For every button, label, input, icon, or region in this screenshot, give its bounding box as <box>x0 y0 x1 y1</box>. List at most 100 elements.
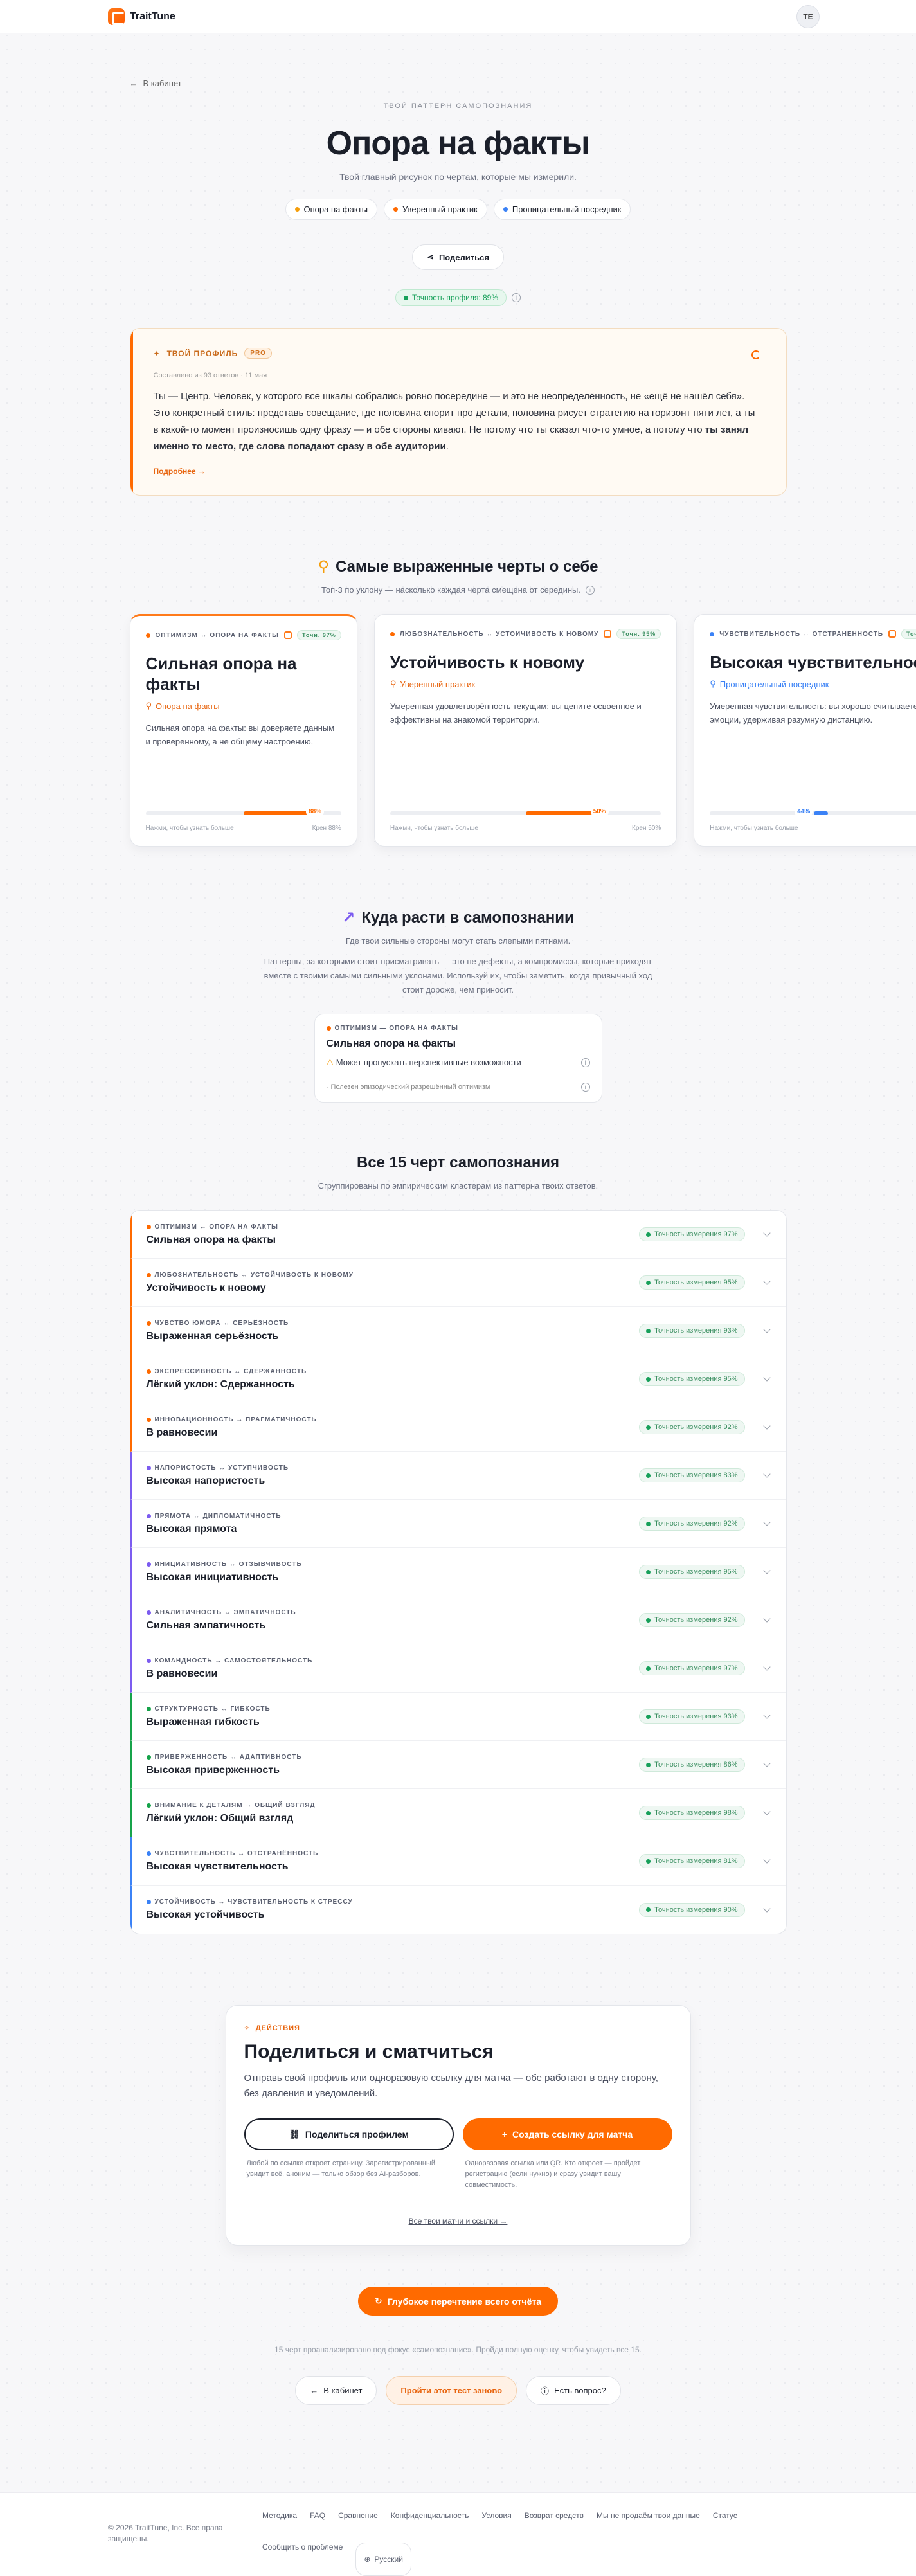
create-match-link-button[interactable]: +Создать ссылку для матча <box>463 2118 672 2150</box>
logo[interactable]: TraitTune <box>108 8 175 25</box>
arrow-left-icon: ← <box>310 2386 318 2395</box>
dot-icon <box>646 1859 651 1864</box>
footer-link[interactable]: Сообщить о проблеме <box>262 2543 343 2576</box>
deep-reread-button[interactable]: ↻Глубокое перечтение всего отчёта <box>358 2287 558 2316</box>
trait-row[interactable]: ЛЮБОЗНАТЕЛЬНОСТЬ ↔ УСТОЙЧИВОСТЬ К НОВОМУ… <box>130 1259 786 1307</box>
trait-row[interactable]: ИННОВАЦИОННОСТЬ ↔ ПРАГМАТИЧНОСТЬВ равнов… <box>130 1403 786 1452</box>
chevron-down-icon[interactable] <box>763 1470 770 1477</box>
footer-link[interactable]: FAQ <box>310 2511 325 2539</box>
trait-name: Высокая напористость <box>147 1475 640 1487</box>
more-link[interactable]: Подробнее → <box>154 467 763 476</box>
footer-links: Методика FAQ Сравнение Конфиденциальность Ус… <box>262 2511 764 2576</box>
chevron-down-icon[interactable] <box>763 1277 770 1284</box>
trait-row[interactable]: НАПОРИСТОСТЬ ↔ УСТУПЧИВОСТЬВысокая напор… <box>130 1452 786 1500</box>
pattern-chip[interactable]: Проницательный посредник <box>494 199 631 220</box>
trait-card[interactable]: ОПТИМИЗМ ↔ ОПОРА НА ФАКТЫТочн. 97%Сильна… <box>130 614 357 847</box>
dot-icon <box>710 632 714 636</box>
accuracy-badge: Точность измерения 92% <box>639 1420 744 1434</box>
refresh-icon[interactable] <box>751 350 760 359</box>
share-icon[interactable] <box>284 631 292 639</box>
language-select[interactable]: ⊕Русский <box>355 2543 411 2576</box>
dot-icon <box>327 1026 331 1031</box>
dot-icon <box>646 1329 651 1333</box>
chevron-down-icon[interactable] <box>763 1422 770 1429</box>
pattern-chip[interactable]: Уверенный практик <box>384 199 487 220</box>
help-icon: ⓘ <box>541 2384 549 2397</box>
chevron-down-icon[interactable] <box>763 1615 770 1622</box>
info-icon[interactable]: i <box>586 586 595 595</box>
chevron-down-icon[interactable] <box>763 1905 770 1912</box>
trait-row[interactable]: СТРУКТУРНОСТЬ ↔ ГИБКОСТЬВыраженная гибко… <box>130 1693 786 1741</box>
dot-icon <box>393 207 398 212</box>
actions-title: Поделиться и сматчиться <box>244 2041 672 2063</box>
footer-link[interactable]: Конфиденциальность <box>391 2511 469 2539</box>
footer-link[interactable]: Возврат средств <box>525 2511 584 2539</box>
trait-row[interactable]: УСТОЙЧИВОСТЬ ↔ ЧУВСТВИТЕЛЬНОСТЬ К СТРЕСС… <box>130 1886 786 1934</box>
chevron-down-icon[interactable] <box>763 1856 770 1863</box>
accuracy-badge: Точность измерения 86% <box>639 1758 744 1772</box>
question-button[interactable]: ⓘЕсть вопрос? <box>526 2376 621 2405</box>
card-pole: Крен 88% <box>312 825 341 832</box>
accuracy-badge: Точность измерения 83% <box>639 1468 744 1482</box>
chevron-down-icon[interactable] <box>763 1567 770 1574</box>
trait-name: В равновесии <box>147 1427 640 1439</box>
share-button[interactable]: ⋖Поделиться <box>412 244 504 270</box>
trait-row[interactable]: ВНИМАНИЕ К ДЕТАЛЯМ ↔ ОБЩИЙ ВЗГЛЯДЛёгкий … <box>130 1789 786 1837</box>
trait-row[interactable]: ЧУВСТВИТЕЛЬНОСТЬ ↔ ОТСТРАНЁННОСТЬВысокая… <box>130 1837 786 1886</box>
trait-bar-fill <box>814 811 828 815</box>
trait-row[interactable]: АНАЛИТИЧНОСТЬ ↔ ЭМПАТИЧНОСТЬСильная эмпа… <box>130 1596 786 1644</box>
cabinet-button[interactable]: ←В кабинет <box>295 2376 377 2405</box>
plus-icon: + <box>502 2129 507 2139</box>
footer-link[interactable]: Сравнение <box>338 2511 378 2539</box>
trait-row[interactable]: ОПТИМИЗМ ↔ ОПОРА НА ФАКТЫСильная опора н… <box>130 1211 786 1259</box>
trait-bar-track: 88% <box>146 811 341 815</box>
dot-icon <box>147 1369 151 1374</box>
chevron-down-icon[interactable] <box>763 1326 770 1333</box>
trait-row[interactable]: ПРЯМОТА ↔ ДИПЛОМАТИЧНОСТЬВысокая прямота… <box>130 1500 786 1548</box>
pattern-chips: Опора на факты Уверенный практик Проницате… <box>130 199 787 220</box>
trait-row[interactable]: ПРИВЕРЖЕННОСТЬ ↔ АДАПТИВНОСТЬВысокая при… <box>130 1741 786 1789</box>
dot-icon <box>646 1763 651 1767</box>
trait-row[interactable]: КОМАНДНОСТЬ ↔ САМОСТОЯТЕЛЬНОСТЬВ равнове… <box>130 1644 786 1693</box>
pattern-chip[interactable]: Опора на факты <box>285 199 378 220</box>
share-icon[interactable] <box>604 630 611 638</box>
back-link[interactable]: ←В кабинет <box>130 78 182 88</box>
retake-button[interactable]: Пройти этот тест заново <box>386 2376 517 2405</box>
footer-link[interactable]: Мы не продаём твои данные <box>597 2511 700 2539</box>
page-subtitle: Твой главный рисунок по чертам, которые … <box>130 172 787 182</box>
chevron-down-icon[interactable] <box>763 1374 770 1381</box>
chevron-down-icon[interactable] <box>763 1808 770 1815</box>
chevron-down-icon[interactable] <box>763 1760 770 1767</box>
chevron-down-icon[interactable] <box>763 1663 770 1670</box>
trait-card-pattern: ⚲Проницательный посредник <box>710 679 916 689</box>
dot-icon <box>646 1618 651 1623</box>
trait-name: В равновесии <box>147 1668 640 1680</box>
traits-list: ОПТИМИЗМ ↔ ОПОРА НА ФАКТЫСильная опора н… <box>130 1210 787 1934</box>
footer-link[interactable]: Условия <box>482 2511 512 2539</box>
chevron-down-icon[interactable] <box>763 1711 770 1718</box>
footer-link[interactable]: Методика <box>262 2511 297 2539</box>
footer-link[interactable]: Статус <box>713 2511 737 2539</box>
trait-row[interactable]: ЧУВСТВО ЮМОРА ↔ СЕРЬЁЗНОСТЬВыраженная се… <box>130 1307 786 1355</box>
trait-name: Высокая приверженность <box>147 1765 640 1776</box>
trait-name: Лёгкий уклон: Сдержанность <box>147 1379 640 1391</box>
actions-card: ✧ДЕЙСТВИЯ Поделиться и сматчиться Отправ… <box>226 2005 691 2246</box>
chevron-down-icon[interactable] <box>763 1518 770 1526</box>
info-icon[interactable]: i <box>581 1058 590 1067</box>
trait-card[interactable]: ЧУВСТВИТЕЛЬНОСТЬ ↔ ОТСТРАНЁННОСТЬТочн. 8… <box>694 614 916 847</box>
info-icon[interactable]: i <box>581 1083 590 1092</box>
growth-risk: ⚠ Может пропускать перспективные возможн… <box>327 1058 590 1068</box>
info-icon[interactable]: i <box>512 293 521 302</box>
avatar[interactable]: TE <box>796 5 820 28</box>
all-matches-link[interactable]: Все твои матчи и ссылки → <box>244 2217 672 2226</box>
trait-row[interactable]: ИНИЦИАТИВНОСТЬ ↔ ОТЗЫВЧИВОСТЬВысокая ини… <box>130 1548 786 1596</box>
trait-card[interactable]: ЛЮБОЗНАТЕЛЬНОСТЬ ↔ УСТОЙЧИВОСТЬ К НОВОМУ… <box>374 614 677 847</box>
growth-card[interactable]: ОПТИМИЗМ — ОПОРА НА ФАКТЫ Сильная опора … <box>314 1014 602 1103</box>
share-icon[interactable] <box>888 630 896 638</box>
chevron-down-icon[interactable] <box>763 1229 770 1236</box>
trait-row[interactable]: ЭКСПРЕССИВНОСТЬ ↔ СДЕРЖАННОСТЬЛёгкий укл… <box>130 1355 786 1403</box>
card-hint: Нажми, чтобы узнать больше <box>146 825 234 832</box>
dot-icon <box>147 1803 151 1808</box>
share-profile-button[interactable]: ⛓Поделиться профилем <box>244 2118 454 2150</box>
growth-title: ↗Куда расти в самопознании <box>130 908 787 927</box>
